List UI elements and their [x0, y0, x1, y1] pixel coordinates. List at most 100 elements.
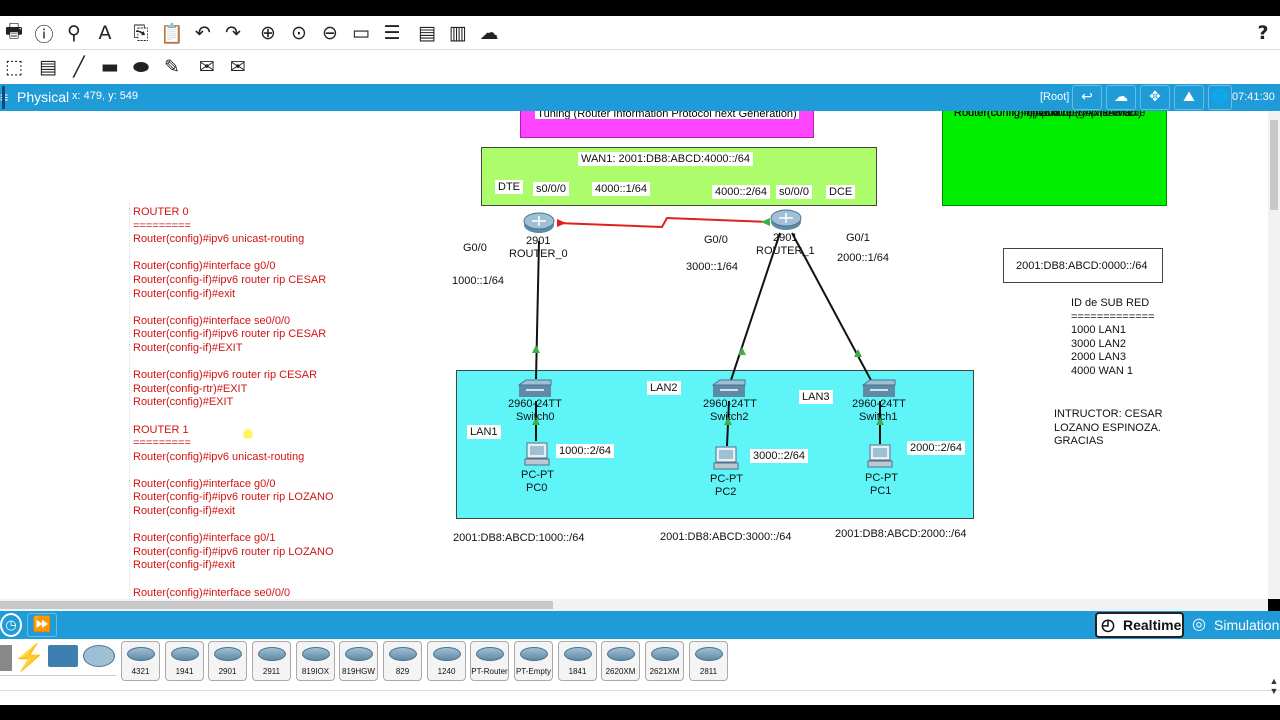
viewport-icon[interactable]: 🌐	[1208, 85, 1232, 110]
r1-g01-label: G0/1	[846, 232, 870, 244]
cloud-device-icon[interactable]	[83, 645, 115, 667]
instructor-note[interactable]: INTRUCTOR: CESAR LOZANO ESPINOZA. GRACIA…	[1052, 408, 1165, 449]
root-label[interactable]: [Root]	[1040, 91, 1069, 103]
note-icon[interactable]: ▤	[35, 54, 61, 80]
server-icon[interactable]: ▥	[445, 20, 471, 46]
r1-g00-label: G0/0	[704, 234, 728, 246]
device-label: 819IOX	[301, 667, 330, 676]
prefix-text: 2001:DB8:ABCD:0000::/64	[1016, 260, 1148, 272]
zoom-in-icon[interactable]: ⊕	[255, 20, 281, 46]
complex-pdu-icon[interactable]: ✉	[225, 54, 251, 80]
clock-icon[interactable]: ◷	[0, 613, 22, 637]
cluster-icon[interactable]: ▤	[414, 20, 440, 46]
simple-pdu-icon[interactable]: ✉	[194, 54, 220, 80]
window-bottom-border	[0, 705, 1280, 720]
device-pt-empty[interactable]: PT-Empty	[514, 641, 553, 681]
device-2811[interactable]: 2811	[689, 641, 728, 681]
paste-icon[interactable]: 📋	[159, 20, 185, 46]
device-1240[interactable]: 1240	[427, 641, 466, 681]
switch0-icon[interactable]	[518, 379, 552, 399]
router-icon	[126, 647, 155, 661]
device-2911[interactable]: 2911	[252, 641, 291, 681]
network-wizard-icon[interactable]: ⚲	[61, 20, 87, 46]
line-icon[interactable]: ╱	[66, 54, 92, 80]
vertical-scroll-thumb[interactable]	[1270, 120, 1278, 210]
device-2901[interactable]: 2901	[208, 641, 247, 681]
redo-icon[interactable]: ↷	[220, 20, 246, 46]
prefix-box[interactable]: 2001:DB8:ABCD:0000::/64	[1003, 248, 1163, 283]
router-icon	[694, 647, 723, 661]
activity-wizard-icon[interactable]: A	[92, 20, 118, 46]
simulation-button[interactable]: ◎ Simulation	[1188, 612, 1280, 638]
realtime-button[interactable]: ◴ Realtime	[1095, 612, 1184, 638]
network-devices-icon[interactable]	[0, 645, 12, 671]
fast-forward-icon[interactable]: ⏩	[27, 613, 57, 637]
router1-icon[interactable]	[770, 209, 802, 231]
move-object-icon[interactable]: ✥	[1140, 85, 1170, 110]
rectangle-icon[interactable]: ▬	[97, 54, 123, 80]
copy-icon[interactable]: ⎘	[128, 20, 154, 46]
switch2-icon[interactable]	[712, 379, 746, 399]
select-icon[interactable]: ⬚	[1, 54, 27, 80]
device-2621xm[interactable]: 2621XM	[645, 641, 684, 681]
router-icon	[213, 647, 242, 661]
device-2620xm[interactable]: 2620XM	[601, 641, 640, 681]
print-icon[interactable]: 🖶	[1, 20, 27, 46]
pc0-model: PC-PT	[521, 469, 554, 481]
pc1-icon[interactable]	[867, 444, 893, 468]
zoom-out-icon[interactable]: ⊖	[317, 20, 343, 46]
router-icon	[650, 647, 679, 661]
device-1941[interactable]: 1941	[165, 641, 204, 681]
device-829[interactable]: 829	[383, 641, 422, 681]
ip-2000-2-label: 2000::2/64	[907, 441, 965, 455]
switch1-icon[interactable]	[862, 379, 896, 399]
logical-workspace[interactable]: Tuning (Router Information Protocol next…	[0, 111, 1268, 599]
new-cluster-icon[interactable]: ☁	[1106, 85, 1136, 110]
r0-g00-label: G0/0	[463, 242, 487, 254]
subnet-id-note[interactable]: ID de SUB RED ============= 1000 LAN1 30…	[1069, 297, 1157, 379]
window-top-border	[0, 0, 1280, 16]
help-icon[interactable]: ?	[1250, 20, 1276, 46]
custom-devices-icon[interactable]: ☰	[379, 20, 405, 46]
mode-bar	[0, 611, 1280, 639]
connections-icon[interactable]: ⚡	[13, 641, 45, 673]
lan1-label: LAN1	[467, 425, 501, 439]
device-label: 2621XM	[649, 667, 680, 676]
simulation-label: Simulation	[1214, 617, 1280, 633]
device-4321[interactable]: 4321	[121, 641, 160, 681]
ellipse-icon[interactable]: ⬬	[128, 54, 154, 80]
router-icon	[170, 647, 199, 661]
coordinates-readout: x: 479, y: 549	[72, 90, 139, 102]
pc2-name: PC2	[715, 486, 737, 498]
set-background-icon[interactable]: ⛰	[1174, 85, 1204, 110]
device-label: 2620XM	[605, 667, 636, 676]
clock: 07:41:30	[1232, 91, 1275, 103]
horizontal-scroll-thumb[interactable]	[0, 601, 553, 609]
device-1841[interactable]: 1841	[558, 641, 597, 681]
switch2-name: Switch2	[710, 411, 749, 423]
drawing-palette-icon[interactable]: ▭	[348, 20, 374, 46]
folder-icon[interactable]	[48, 645, 78, 667]
router-icon	[563, 647, 592, 661]
pc1-model: PC-PT	[865, 472, 898, 484]
info-icon[interactable]: ⓘ	[31, 20, 57, 46]
pc2-icon[interactable]	[713, 446, 739, 470]
pc0-icon[interactable]	[524, 442, 550, 466]
freeform-icon[interactable]: ✎	[159, 54, 185, 80]
cloud-icon[interactable]: ☁	[476, 20, 502, 46]
back-icon[interactable]: ↩	[1072, 85, 1102, 110]
drawing-toolbar: ⬚ ▤ ╱ ▬ ⬬ ✎ ✉ ✉	[0, 50, 1280, 84]
device-819iox[interactable]: 819IOX	[296, 641, 335, 681]
device-label: PT-Empty	[515, 667, 552, 676]
link-end-marker	[532, 345, 540, 353]
physical-tab[interactable]: Physical	[2, 86, 69, 109]
device-819hgw[interactable]: 819HGW	[339, 641, 378, 681]
router-icon	[257, 647, 286, 661]
zoom-reset-icon[interactable]: ⊙	[286, 20, 312, 46]
device-label: 1941	[175, 667, 194, 676]
main-toolbar: 🖶 ⓘ ⚲ A ⎘ 📋 ↶ ↷ ⊕ ⊙ ⊖ ▭ ☰ ▤ ▥ ☁ ?	[0, 16, 1280, 50]
router0-icon[interactable]	[523, 212, 555, 234]
undo-icon[interactable]: ↶	[190, 20, 216, 46]
panel-scroll-arrows[interactable]: ▲ ▼	[1268, 676, 1280, 705]
device-pt-router[interactable]: PT-Router	[470, 641, 509, 681]
